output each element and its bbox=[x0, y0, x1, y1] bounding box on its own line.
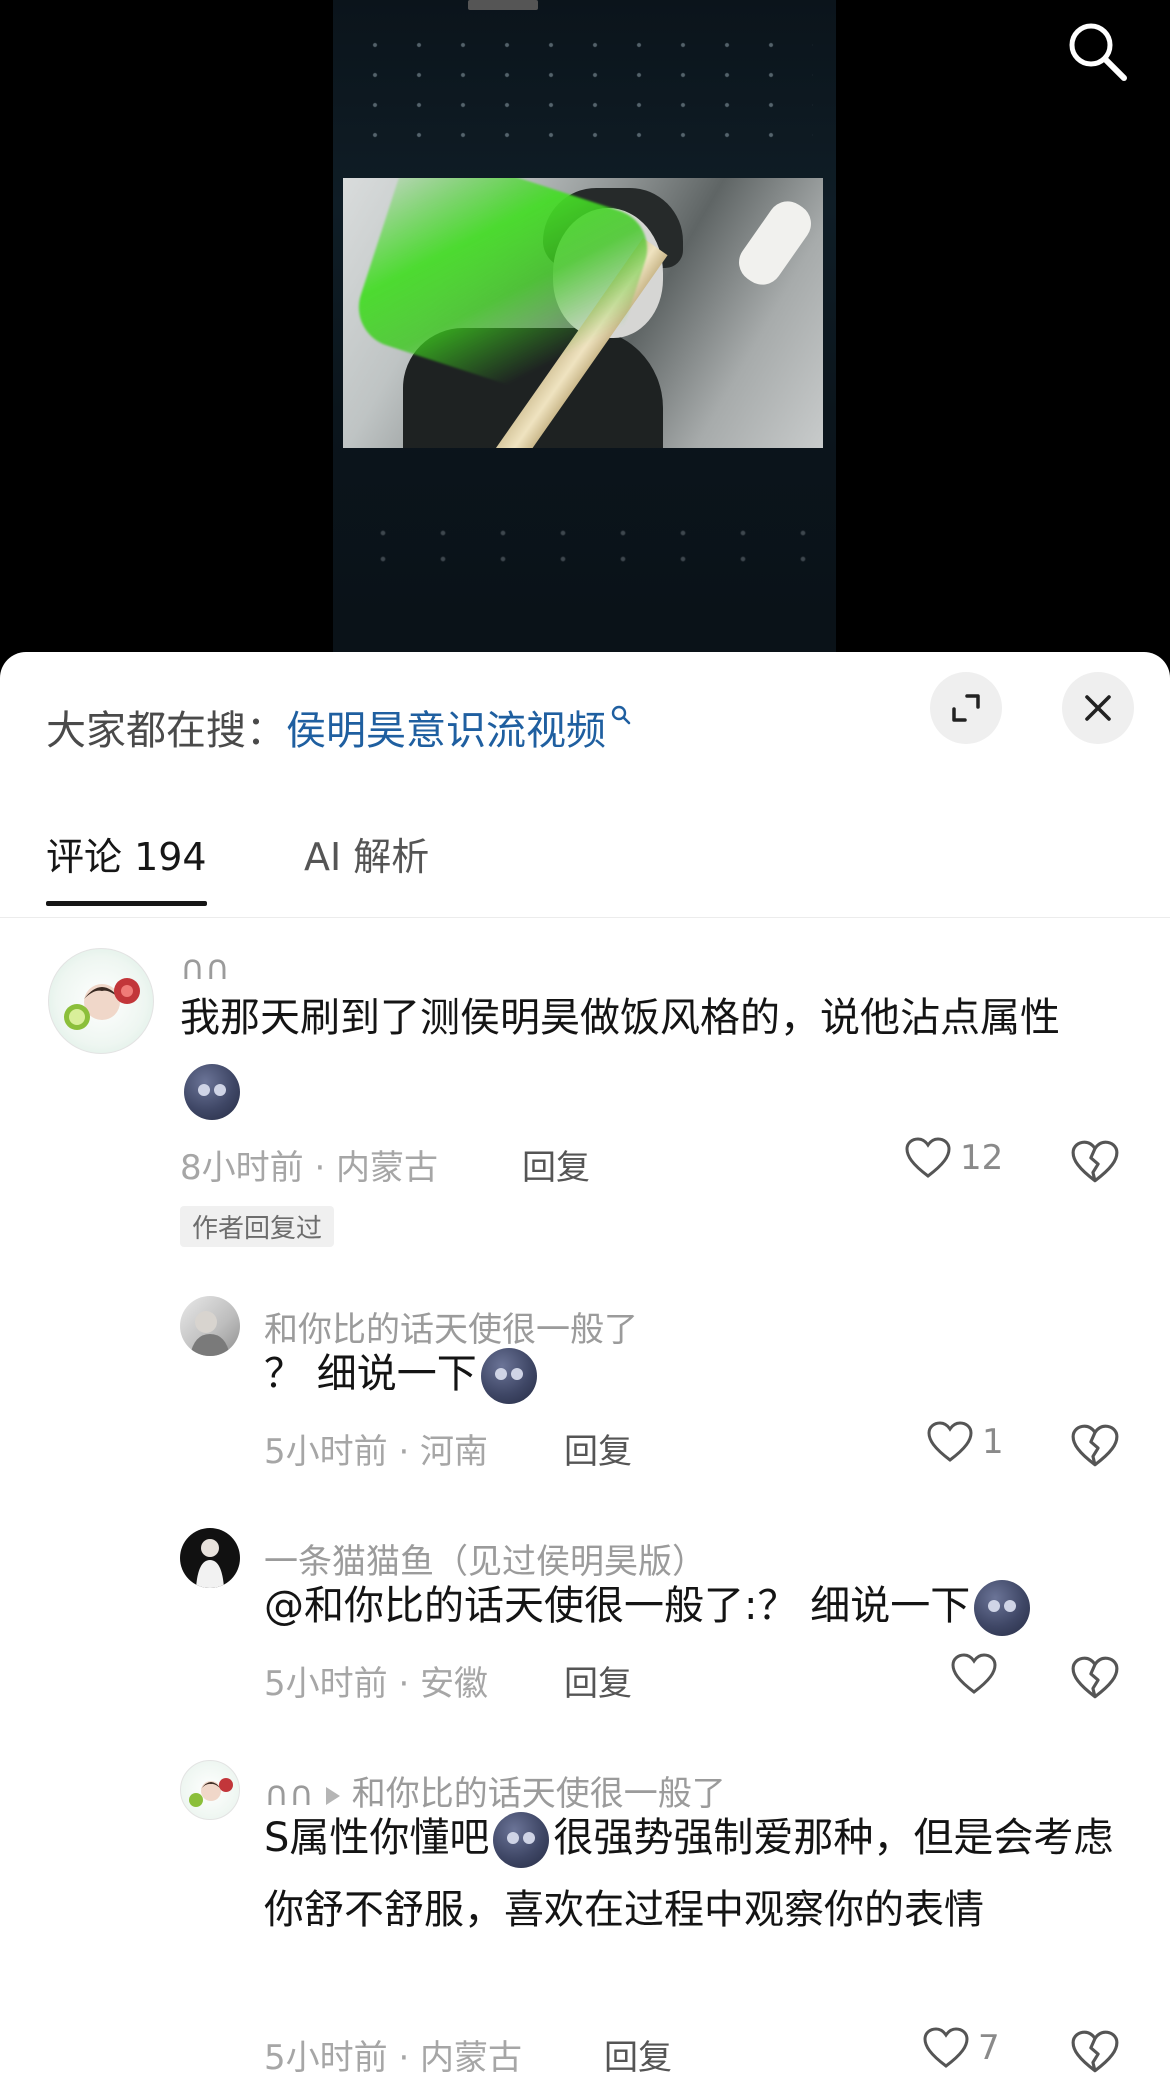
new-moon-face-emoji bbox=[493, 1812, 550, 1868]
reply-button[interactable]: 回复 bbox=[522, 1140, 590, 1189]
reply-time-location: 5小时前 · 安徽 bbox=[264, 1664, 489, 1704]
avatar[interactable] bbox=[180, 1528, 240, 1588]
tab-ai-analysis[interactable]: AI 解析 bbox=[304, 822, 429, 918]
like-count: 1 bbox=[982, 1422, 1004, 1462]
comment-time-location: 8小时前 · 内蒙古 bbox=[180, 1148, 439, 1188]
like-button[interactable]: 7 bbox=[922, 2026, 1000, 2070]
reply-text: S属性你懂吧 很强势强制爱那种，但是会考虑你舒不舒服，喜欢在过程中观察你的表情 bbox=[264, 1802, 1120, 1946]
reply-text-content: ？ 细说一下 bbox=[264, 1351, 477, 1397]
expand-button[interactable] bbox=[930, 672, 1002, 744]
like-button[interactable]: 12 bbox=[904, 1136, 1003, 1180]
broken-heart-icon[interactable] bbox=[1070, 1654, 1120, 1702]
reply-button[interactable]: 回复 bbox=[564, 1656, 632, 1705]
video-player[interactable] bbox=[0, 0, 1170, 690]
avatar-image bbox=[190, 1311, 230, 1356]
heart-icon bbox=[927, 1421, 973, 1462]
heart-icon bbox=[923, 2027, 969, 2068]
comments-sheet: 大家都在搜：侯明昊意识流视频 评论 194 AI 解析 ∩∩ 我那天刷到了测侯明… bbox=[0, 652, 1170, 2094]
stage-lights bbox=[353, 30, 813, 150]
stage-screen-image bbox=[343, 178, 823, 448]
broken-heart-icon[interactable] bbox=[1070, 1138, 1120, 1186]
author-replied-badge: 作者回复过 bbox=[180, 1206, 335, 1247]
avatar-image bbox=[64, 978, 140, 1030]
reply-text-part1: S属性你懂吧 bbox=[264, 1815, 490, 1861]
hot-search-bar[interactable]: 大家都在搜：侯明昊意识流视频 bbox=[46, 698, 632, 756]
like-button[interactable]: 1 bbox=[926, 1420, 1004, 1464]
tab-bar: 评论 194 AI 解析 bbox=[0, 822, 1170, 918]
like-button[interactable] bbox=[950, 1652, 1006, 1696]
crowd-lights bbox=[353, 520, 813, 580]
avatar-image bbox=[189, 1778, 233, 1807]
small-search-icon bbox=[611, 705, 631, 725]
reply-time-location: 5小时前 · 内蒙古 bbox=[264, 2038, 523, 2078]
avatar[interactable] bbox=[180, 1760, 240, 1820]
reply-text: @和你比的话天使很一般了:？ 细说一下 bbox=[264, 1570, 1144, 1642]
hot-search-link[interactable]: 侯明昊意识流视频 bbox=[286, 708, 606, 754]
like-count: 7 bbox=[978, 2028, 1000, 2068]
new-moon-face-emoji bbox=[184, 1064, 240, 1120]
broken-heart-icon[interactable] bbox=[1070, 2028, 1120, 2076]
reply-time-location: 5小时前 · 河南 bbox=[264, 1432, 489, 1472]
reply-button[interactable]: 回复 bbox=[604, 2030, 672, 2079]
broken-heart-icon[interactable] bbox=[1070, 1422, 1120, 1470]
reply-button[interactable]: 回复 bbox=[564, 1424, 632, 1473]
new-moon-face-emoji bbox=[480, 1348, 537, 1404]
reply-text-content: @和你比的话天使很一般了:？ 细说一下 bbox=[264, 1583, 971, 1629]
like-count: 12 bbox=[960, 1138, 1004, 1178]
heart-icon bbox=[905, 1137, 951, 1178]
avatar-image bbox=[196, 1539, 224, 1588]
new-moon-face-emoji bbox=[974, 1580, 1031, 1636]
stage-rig bbox=[468, 0, 538, 10]
expand-icon bbox=[952, 694, 980, 722]
heart-icon bbox=[951, 1653, 997, 1694]
comment-text: 我那天刷到了测侯明昊做饭风格的，说他沾点属性 bbox=[180, 982, 1120, 1126]
comment-text-content: 我那天刷到了测侯明昊做饭风格的，说他沾点属性 bbox=[180, 995, 1060, 1041]
hot-search-prefix: 大家都在搜： bbox=[46, 708, 286, 754]
avatar[interactable] bbox=[180, 1296, 240, 1356]
reply-text: ？ 细说一下 bbox=[264, 1338, 1124, 1410]
close-icon bbox=[1085, 695, 1111, 721]
close-button[interactable] bbox=[1062, 672, 1134, 744]
search-icon[interactable] bbox=[1064, 18, 1130, 84]
avatar[interactable] bbox=[48, 948, 154, 1054]
tab-comments[interactable]: 评论 194 bbox=[46, 822, 207, 918]
